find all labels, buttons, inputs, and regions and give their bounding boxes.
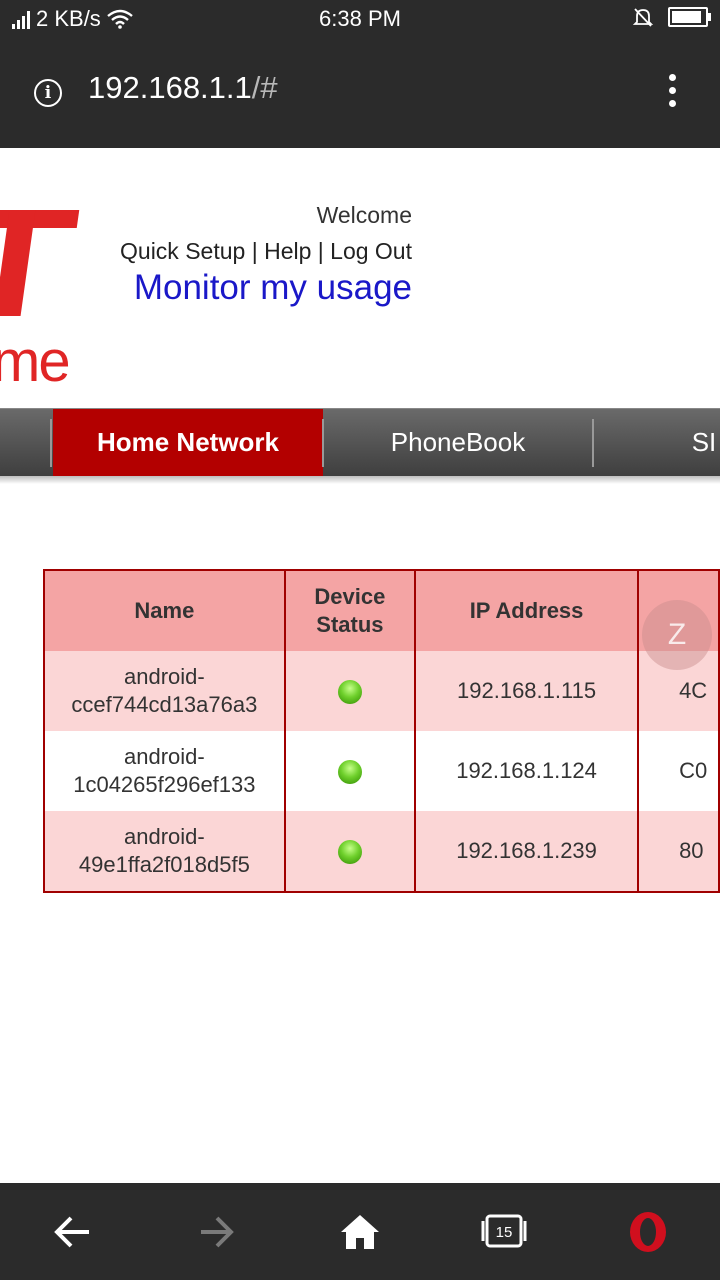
floating-bubble[interactable]: Z — [642, 600, 712, 670]
tab-count: 15 — [496, 1224, 513, 1241]
device-mac-partial: C0 — [637, 731, 720, 811]
home-icon — [341, 1215, 379, 1249]
table-header-row: Name Device Status IP Address — [43, 569, 720, 651]
tabs-icon: 15 — [481, 1214, 527, 1248]
status-bar: 2 KB/s 6:38 PM — [0, 0, 720, 38]
device-name-line1: android- — [124, 824, 205, 849]
status-right — [632, 6, 711, 28]
monitor-usage-link[interactable]: Monitor my usage — [134, 268, 412, 308]
help-link[interactable]: Help — [264, 238, 311, 264]
nav-shadow — [0, 476, 720, 484]
address-field[interactable]: 192.168.1.1/# — [88, 70, 278, 106]
back-button[interactable] — [27, 1183, 117, 1280]
web-page: me Welcome Quick Setup | Help | Log Out … — [0, 148, 720, 1182]
opera-menu-button[interactable] — [603, 1183, 693, 1280]
device-name: android- 1c04265f296ef133 — [43, 731, 286, 811]
forward-arrow-icon — [201, 1216, 234, 1248]
forward-button[interactable] — [171, 1183, 261, 1280]
table-row: android- 1c04265f296ef133 192.168.1.124 C… — [43, 731, 720, 811]
device-name: android- 49e1ffa2f018d5f5 — [43, 811, 286, 893]
device-status — [283, 731, 417, 811]
brand-logo-text: me — [0, 329, 71, 394]
device-name-line2: ccef744cd13a76a3 — [71, 692, 258, 717]
battery-icon — [668, 7, 711, 27]
col-header-name: Name — [43, 569, 286, 651]
device-name-line1: android- — [124, 664, 205, 689]
tabs-button[interactable]: 15 — [459, 1183, 549, 1280]
table-row: android-ccef744cd13a76a3 192.168.1.115 4… — [43, 651, 720, 731]
browser-menu-icon[interactable] — [664, 74, 680, 112]
online-status-icon — [337, 680, 362, 705]
col-header-status: Device Status — [283, 569, 417, 651]
device-ip: 192.168.1.115 — [414, 651, 640, 731]
site-info-icon[interactable]: i — [34, 79, 62, 107]
online-status-icon — [337, 760, 362, 785]
welcome-text: Welcome — [316, 202, 412, 228]
device-mac-partial: 80 — [637, 811, 720, 893]
col-header-ip: IP Address — [414, 569, 640, 651]
device-ip: 192.168.1.239 — [414, 811, 640, 893]
back-arrow-icon — [54, 1216, 89, 1248]
main-nav: Home Network PhoneBook SI — [0, 408, 720, 478]
tab-phonebook[interactable]: PhoneBook — [324, 409, 592, 477]
home-button[interactable] — [315, 1183, 405, 1280]
tab-partial[interactable]: SI — [594, 409, 720, 477]
device-status — [283, 651, 417, 731]
battery-fill — [672, 11, 701, 23]
col-header-status-line2: Status — [316, 612, 384, 637]
device-table: Name Device Status IP Address android-cce… — [43, 569, 720, 893]
device-ip: 192.168.1.124 — [414, 731, 640, 811]
header-links: Quick Setup | Help | Log Out — [120, 238, 412, 264]
device-name: android-ccef744cd13a76a3 — [43, 651, 286, 731]
device-name-line2: 49e1ffa2f018d5f5 — [78, 852, 250, 877]
log-out-link[interactable]: Log Out — [330, 238, 412, 264]
url-host: 192.168.1.1 — [88, 70, 252, 105]
url-path: /# — [251, 70, 278, 105]
device-name-line1: android- — [124, 744, 205, 769]
quick-setup-link[interactable]: Quick Setup — [120, 238, 245, 264]
silent-bell-icon — [632, 8, 654, 27]
device-name-line2: 1c04265f296ef133 — [73, 772, 256, 797]
nav-separator — [50, 419, 52, 467]
status-time: 6:38 PM — [319, 6, 401, 31]
brand-logo — [0, 210, 80, 316]
opera-logo-icon — [630, 1212, 666, 1252]
col-header-status-line1: Device — [314, 584, 386, 609]
device-status — [283, 811, 417, 893]
browser-bottom-bar: 15 — [0, 1183, 720, 1280]
table-row: android- 49e1ffa2f018d5f5 192.168.1.239 8… — [43, 811, 720, 893]
online-status-icon — [337, 840, 362, 865]
tab-home-network[interactable]: Home Network — [53, 409, 323, 477]
